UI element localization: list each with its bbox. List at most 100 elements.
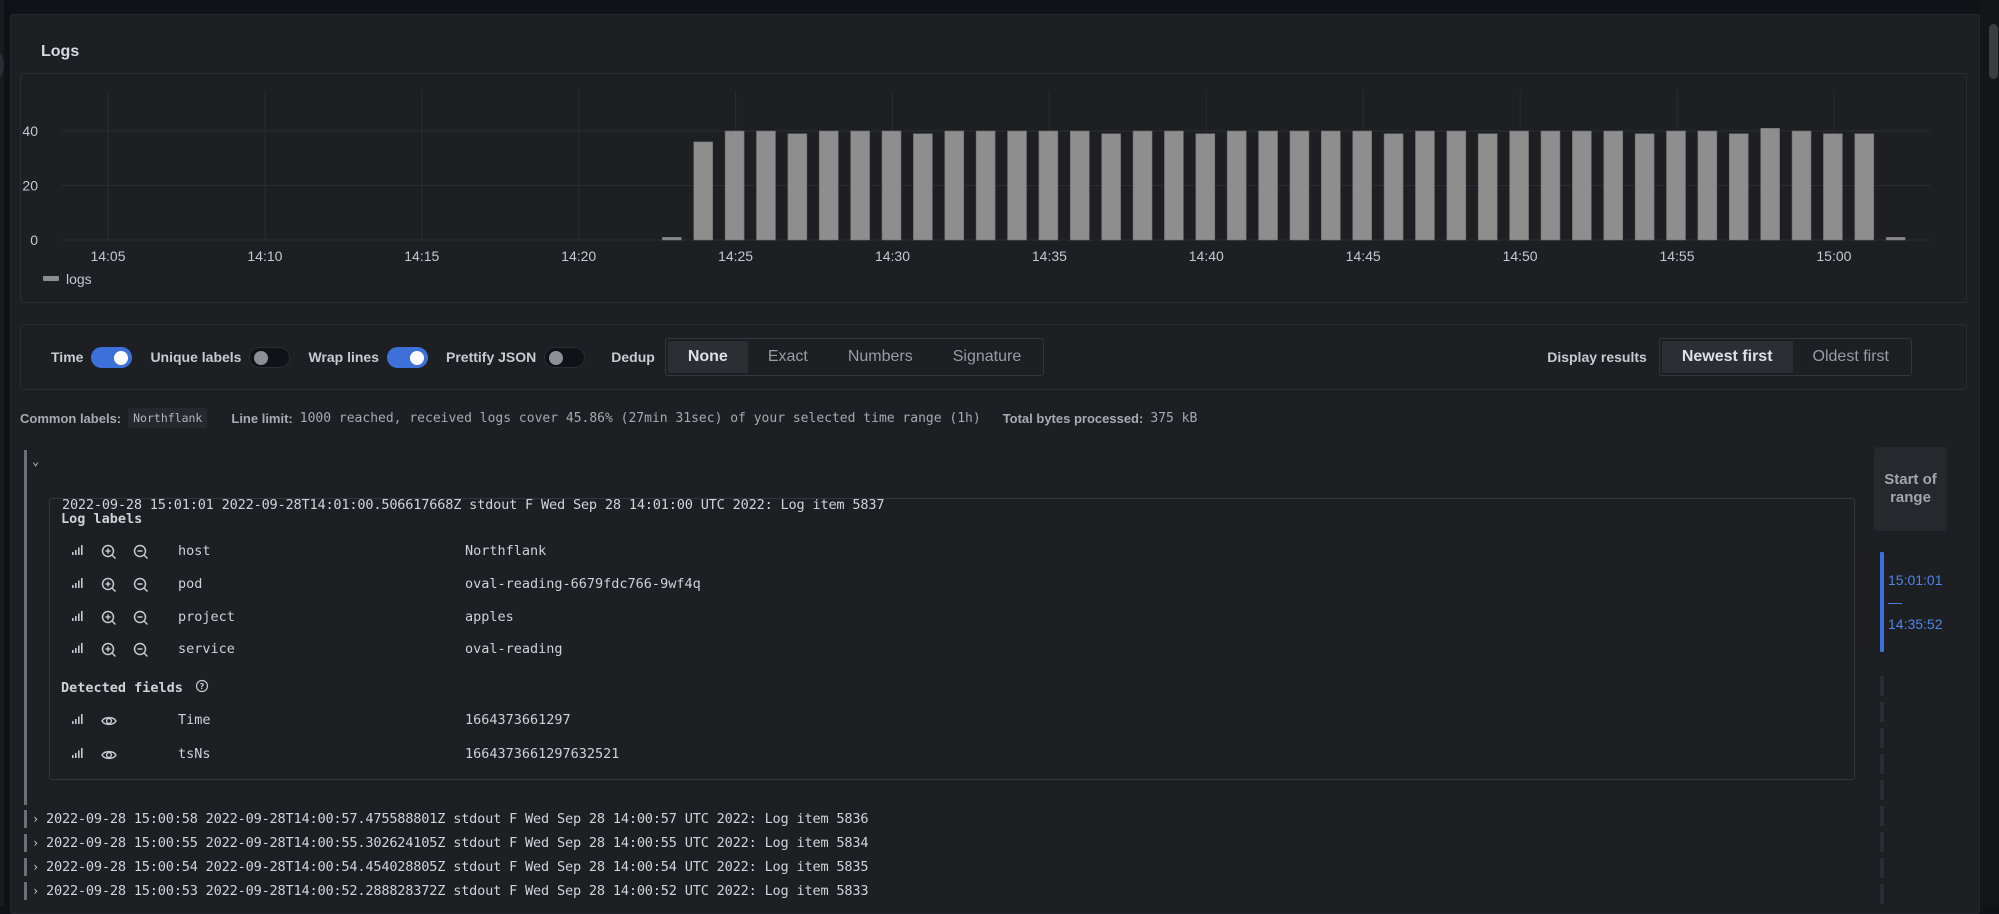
dedup-option-none[interactable]: None xyxy=(667,341,748,373)
x-tick-label: 14:40 xyxy=(1189,248,1224,264)
bar-1441[interactable] xyxy=(1226,130,1247,241)
bar-1445[interactable] xyxy=(1352,130,1372,241)
chevron-right-icon[interactable]: › xyxy=(32,808,39,830)
scrollbar[interactable] xyxy=(1980,0,1999,906)
bar-1437[interactable] xyxy=(1101,133,1121,241)
bar-1425[interactable] xyxy=(724,130,745,241)
bar-1443[interactable] xyxy=(1289,130,1310,241)
bar-1442[interactable] xyxy=(1258,130,1278,241)
bar-1432[interactable] xyxy=(944,130,965,241)
bar-1447[interactable] xyxy=(1415,130,1435,241)
bar-1424[interactable] xyxy=(693,141,714,241)
bar-1449[interactable] xyxy=(1477,133,1498,241)
scrollbar-thumb[interactable] xyxy=(1989,24,1998,79)
label-value: oval-reading-6679fdc766-9wf4q xyxy=(465,576,701,592)
bar-1431[interactable] xyxy=(913,133,933,241)
stats-icon[interactable] xyxy=(70,609,88,627)
x-tick-label: 14:15 xyxy=(404,248,439,264)
y-tick-label: 40 xyxy=(22,123,38,139)
bar-1423[interactable] xyxy=(662,236,682,241)
x-tick-label: 15:00 xyxy=(1816,248,1851,264)
filter-for-value-icon[interactable] xyxy=(100,543,118,561)
toggle-knob xyxy=(410,350,425,365)
display-option-newest-first[interactable]: Newest first xyxy=(1661,341,1793,373)
bar-1446[interactable] xyxy=(1383,133,1404,241)
log-row-expanded[interactable]: ⌄ 2022-09-28 15:01:01 2022-09-28T14:01:0… xyxy=(24,450,885,513)
dedup-option-numbers[interactable]: Numbers xyxy=(828,341,933,373)
log-level-bar xyxy=(24,810,27,828)
bar-1438[interactable] xyxy=(1132,130,1153,241)
bar-1457[interactable] xyxy=(1728,133,1749,241)
page-edge xyxy=(0,0,4,906)
bar-1502[interactable] xyxy=(1885,236,1906,241)
log-row[interactable]: › 2022-09-28 15:00:55 2022-09-28T14:00:55… xyxy=(24,832,869,854)
field-row-time: Time 1664373661297 xyxy=(60,710,1760,732)
unique-labels-toggle[interactable] xyxy=(249,346,291,368)
time-toggle[interactable] xyxy=(91,346,133,368)
info-icon[interactable]: ? xyxy=(195,679,209,697)
bar-1451[interactable] xyxy=(1540,130,1561,241)
eye-icon[interactable] xyxy=(100,712,118,730)
log-row[interactable]: › 2022-09-28 15:00:54 2022-09-28T14:00:54… xyxy=(24,856,869,878)
chevron-down-icon[interactable]: ⌄ xyxy=(32,450,39,472)
time-label: Time xyxy=(51,349,84,365)
wrap-lines-toggle[interactable] xyxy=(387,346,429,368)
bar-1454[interactable] xyxy=(1634,133,1655,241)
filter-out-value-icon[interactable] xyxy=(132,576,150,594)
filter-for-value-icon[interactable] xyxy=(100,576,118,594)
bar-1453[interactable] xyxy=(1603,130,1624,241)
filter-out-value-icon[interactable] xyxy=(132,641,150,659)
stats-icon[interactable] xyxy=(70,712,88,730)
stats-icon[interactable] xyxy=(70,641,88,659)
start-of-range-button[interactable]: Start of range xyxy=(1874,447,1947,531)
bar-1429[interactable] xyxy=(850,130,870,241)
bar-1458[interactable] xyxy=(1760,127,1780,241)
bar-1434[interactable] xyxy=(1007,130,1027,241)
log-row[interactable]: › 2022-09-28 15:00:58 2022-09-28T14:00:57… xyxy=(24,808,869,830)
display-option-oldest-first[interactable]: Oldest first xyxy=(1793,341,1909,373)
log-row[interactable]: › 2022-09-28 15:00:53 2022-09-28T14:00:52… xyxy=(24,880,869,902)
bar-1450[interactable] xyxy=(1509,130,1529,241)
chevron-right-icon[interactable]: › xyxy=(32,832,39,854)
bar-1426[interactable] xyxy=(756,130,776,241)
stats-icon[interactable] xyxy=(70,543,88,561)
bar-1439[interactable] xyxy=(1164,130,1184,241)
filter-for-value-icon[interactable] xyxy=(100,641,118,659)
eye-icon[interactable] xyxy=(100,746,118,764)
bytes-processed-key: Total bytes processed: xyxy=(1002,410,1144,426)
bar-1435[interactable] xyxy=(1038,130,1059,241)
prettify-json-toggle[interactable] xyxy=(544,346,586,368)
x-tick-label: 14:30 xyxy=(875,248,910,264)
bar-1500[interactable] xyxy=(1823,133,1843,241)
visible-range-text[interactable]: 15:01:01 — 14:35:52 xyxy=(1888,569,1943,635)
stats-icon[interactable] xyxy=(70,746,88,764)
chevron-right-icon[interactable]: › xyxy=(32,880,39,902)
chart-legend[interactable]: logs xyxy=(43,271,92,287)
line-limit-value: 1000 reached, received logs cover 45.86%… xyxy=(299,410,981,426)
range-from: 15:01:01 xyxy=(1888,572,1943,588)
legend-label: logs xyxy=(66,271,92,287)
chevron-right-icon[interactable]: › xyxy=(32,856,39,878)
bar-1456[interactable] xyxy=(1697,130,1718,241)
bar-1459[interactable] xyxy=(1791,130,1812,241)
bar-1455[interactable] xyxy=(1666,130,1686,241)
filter-for-value-icon[interactable] xyxy=(100,609,118,627)
filter-out-value-icon[interactable] xyxy=(132,543,150,561)
line-limit-key: Line limit: xyxy=(231,410,293,426)
stats-icon[interactable] xyxy=(70,576,88,594)
bar-1430[interactable] xyxy=(881,130,902,241)
bar-1433[interactable] xyxy=(975,130,996,241)
bar-1436[interactable] xyxy=(1069,130,1090,241)
bar-1427[interactable] xyxy=(787,133,808,241)
dedup-option-signature[interactable]: Signature xyxy=(933,341,1042,373)
bar-1428[interactable] xyxy=(818,130,839,241)
filter-out-value-icon[interactable] xyxy=(132,609,150,627)
bar-1440[interactable] xyxy=(1195,133,1216,241)
bar-1501[interactable] xyxy=(1854,133,1875,241)
display-order-selector: Newest first Oldest first xyxy=(1658,338,1912,376)
bar-1452[interactable] xyxy=(1572,130,1592,241)
bar-1444[interactable] xyxy=(1321,130,1341,241)
bar-1448[interactable] xyxy=(1446,130,1467,241)
y-tick-label: 0 xyxy=(30,232,38,248)
dedup-option-exact[interactable]: Exact xyxy=(748,341,828,373)
